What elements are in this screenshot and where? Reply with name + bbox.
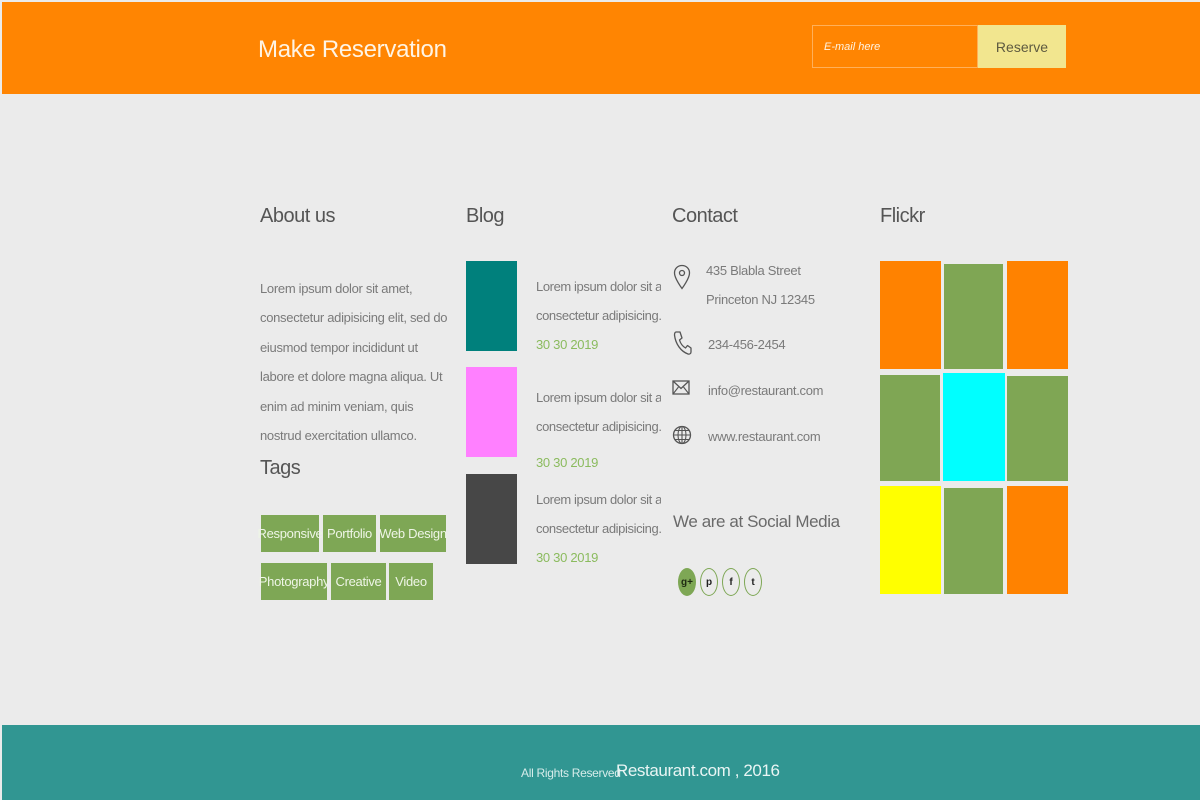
phone-icon: [673, 331, 692, 355]
footer-brand[interactable]: Restaurant.com , 2016: [616, 761, 780, 781]
email-address[interactable]: info@restaurant.com: [708, 376, 823, 405]
blog-excerpt-line2[interactable]: consectetur adipisicing...: [536, 301, 661, 330]
blog-heading: Blog: [466, 205, 505, 227]
tag-responsive[interactable]: Responsive: [258, 515, 323, 552]
about-heading: About us: [260, 205, 335, 227]
pinterest-icon[interactable]: p: [700, 568, 718, 596]
envelope-icon: [672, 380, 690, 395]
location-pin-icon: [673, 264, 691, 290]
flickr-photo[interactable]: [943, 373, 1005, 481]
flickr-heading: Flickr: [880, 205, 925, 227]
flickr-photo[interactable]: [944, 264, 1003, 369]
blog-date: 30 30 2019: [536, 455, 599, 470]
blog-thumb-3[interactable]: [466, 474, 517, 564]
tags-heading: Tags: [260, 457, 301, 479]
blog-thumb-1[interactable]: [466, 261, 517, 351]
globe-icon: [672, 425, 692, 445]
reservation-title: Make Reservation: [258, 36, 447, 63]
website-address[interactable]: www.restaurant.com: [708, 422, 821, 451]
flickr-photo[interactable]: [1007, 261, 1068, 369]
page: Make Reservation Reserve About us Lorem …: [0, 0, 1200, 800]
twitter-icon[interactable]: t: [744, 568, 762, 596]
flickr-photo[interactable]: [1007, 376, 1068, 481]
flickr-photo[interactable]: [880, 261, 941, 369]
blog-thumb-2[interactable]: [466, 367, 517, 457]
phone-number[interactable]: 234-456-2454: [708, 330, 786, 359]
tag-video[interactable]: Video: [389, 563, 433, 600]
reserve-button[interactable]: Reserve: [978, 25, 1066, 68]
about-text: Lorem ipsum dolor sit amet, consectetur …: [260, 281, 448, 444]
facebook-icon[interactable]: f: [722, 568, 740, 596]
contact-heading: Contact: [672, 205, 738, 227]
flickr-photo[interactable]: [1007, 486, 1068, 594]
footer-rights: All Rights Reserved: [521, 766, 621, 780]
flickr-photo[interactable]: [880, 486, 941, 594]
flickr-photo[interactable]: [944, 488, 1003, 594]
email-input[interactable]: [812, 25, 978, 68]
blog-excerpt-line2[interactable]: consectetur adipisicing...: [536, 412, 661, 441]
tag-web-design[interactable]: Web Design: [379, 515, 447, 552]
tag-photography[interactable]: Photography: [259, 563, 330, 600]
blog-excerpt-line1[interactable]: Lorem ipsum dolor sit ame: [536, 272, 661, 301]
tag-creative[interactable]: Creative: [331, 563, 386, 600]
social-heading: We are at Social Media: [673, 512, 840, 531]
address-line1: 435 Blabla Street: [706, 263, 801, 278]
address-line2: Princeton NJ 12345: [706, 292, 815, 307]
footer-bar: [2, 725, 1200, 800]
blog-excerpt-line1[interactable]: Lorem ipsum dolor sit ame: [536, 485, 661, 514]
blog-excerpt-line2[interactable]: consectetur adipisicing...: [536, 514, 661, 543]
google-plus-icon[interactable]: g+: [678, 568, 696, 596]
blog-excerpt-line1[interactable]: Lorem ipsum dolor sit ame: [536, 383, 661, 412]
blog-date: 30 30 2019: [536, 550, 599, 565]
tag-portfolio[interactable]: Portfolio: [323, 515, 376, 552]
blog-date: 30 30 2019: [536, 337, 599, 352]
flickr-photo[interactable]: [880, 375, 940, 481]
